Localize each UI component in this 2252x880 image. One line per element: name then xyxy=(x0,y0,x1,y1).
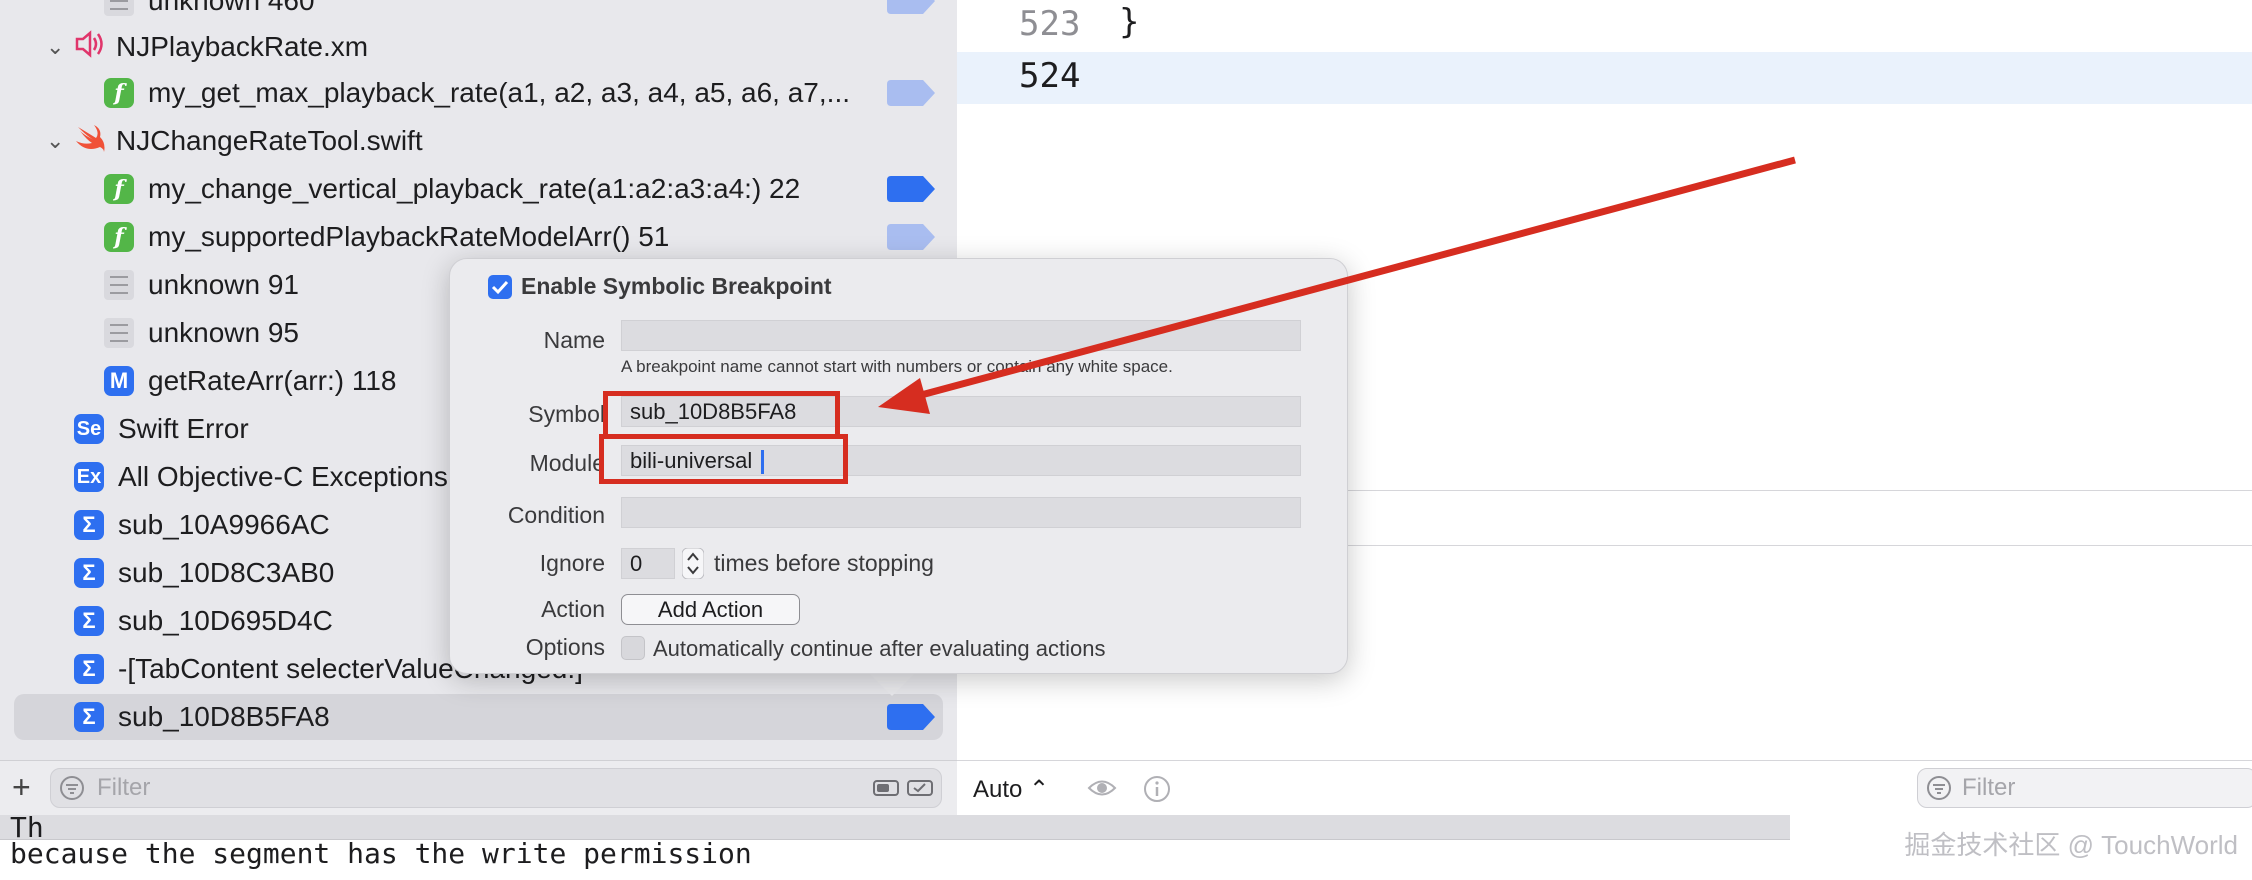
current-line-highlight xyxy=(957,52,2252,104)
breakpoint-inactive-icon[interactable] xyxy=(887,0,935,14)
checkmark-icon xyxy=(491,280,509,295)
function-icon: f xyxy=(104,222,134,252)
auto-continue-label: Automatically continue after evaluating … xyxy=(653,636,1106,661)
add-breakpoint-button[interactable]: + xyxy=(12,769,31,806)
symbolic-breakpoint-icon: Σ xyxy=(74,654,104,684)
row-label: Swift Error xyxy=(118,413,249,444)
symbol-label: Symbol xyxy=(528,401,605,427)
annotation-box-symbol xyxy=(603,391,840,439)
swift-file-icon xyxy=(74,123,106,160)
enable-breakpoint-checkbox[interactable] xyxy=(488,275,512,299)
swift-error-icon: Se xyxy=(74,414,104,444)
filter-placeholder: Filter xyxy=(1962,774,2016,801)
unknown-location-icon xyxy=(104,0,134,16)
unknown-location-icon xyxy=(104,318,134,348)
speaker-file-icon xyxy=(74,29,106,66)
row-label: sub_10A9966AC xyxy=(118,509,330,540)
row-label: my_supportedPlaybackRateModelArr() 51 xyxy=(148,221,670,252)
ignore-label: Ignore xyxy=(539,550,605,576)
navigator-filter-field[interactable]: Filter xyxy=(50,768,942,808)
file-group-row[interactable]: ⌄ NJChangeRateTool.swift xyxy=(0,118,957,164)
breakpoint-inactive-icon[interactable] xyxy=(887,80,935,106)
row-label: my_change_vertical_playback_rate(a1:a2:a… xyxy=(148,173,801,204)
condition-label: Condition xyxy=(507,502,605,528)
list-item[interactable]: f my_change_vertical_playback_rate(a1:a2… xyxy=(0,166,957,212)
name-hint: A breakpoint name cannot start with numb… xyxy=(621,357,1173,376)
line-number: 523 xyxy=(1019,4,1081,44)
file-name: NJChangeRateTool.swift xyxy=(116,125,423,156)
action-label: Action xyxy=(541,596,605,622)
name-field[interactable] xyxy=(621,320,1301,351)
unknown-location-icon xyxy=(104,270,134,300)
watermark: 掘金技术社区 @ TouchWorld xyxy=(1904,830,2238,860)
list-item-selected[interactable]: Σ sub_10D8B5FA8 xyxy=(14,694,943,740)
symbolic-breakpoint-icon: Σ xyxy=(74,558,104,588)
console-filter-field[interactable]: Filter xyxy=(1917,768,2252,808)
symbolic-breakpoint-icon: Σ xyxy=(74,606,104,636)
function-icon: f xyxy=(104,78,134,108)
options-label: Options xyxy=(525,634,605,660)
exception-icon: Ex xyxy=(74,462,104,492)
row-label: unknown 91 xyxy=(148,269,300,300)
breakpoint-active-icon[interactable] xyxy=(887,176,935,202)
annotation-box-module xyxy=(599,434,848,484)
chevron-down-icon[interactable]: ⌄ xyxy=(46,36,66,58)
row-label: sub_10D8C3AB0 xyxy=(118,557,335,588)
row-label: getRateArr(arr:) 118 xyxy=(148,365,397,396)
filter-icon xyxy=(60,776,84,800)
row-label: my_get_max_playback_rate(a1, a2, a3, a4,… xyxy=(148,77,850,108)
symbolic-breakpoint-icon: Σ xyxy=(74,702,104,732)
function-icon: f xyxy=(104,174,134,204)
debug-area-toolbar: Auto ⌃ Filter xyxy=(957,760,2252,816)
enabled-filter-icon[interactable] xyxy=(907,779,933,797)
row-label: unknown 460 xyxy=(148,0,315,16)
variables-scope-select[interactable]: Auto ⌃ xyxy=(973,775,1049,804)
ignore-suffix: times before stopping xyxy=(714,550,934,576)
info-icon[interactable] xyxy=(1143,775,1171,803)
row-label: sub_10D695D4C xyxy=(118,605,333,636)
auto-continue-checkbox[interactable] xyxy=(621,636,645,660)
list-item[interactable]: f my_supportedPlaybackRateModelArr() 51 xyxy=(0,214,957,260)
breakpoint-filter-icon[interactable] xyxy=(873,779,899,797)
ignore-count-stepper[interactable] xyxy=(681,547,705,580)
filter-placeholder: Filter xyxy=(97,774,151,801)
symbolic-breakpoint-popover: Enable Symbolic Breakpoint Name A breakp… xyxy=(449,258,1348,674)
line-number: 524 xyxy=(1019,56,1081,96)
row-label: sub_10D8B5FA8 xyxy=(118,701,330,732)
enable-breakpoint-label: Enable Symbolic Breakpoint xyxy=(521,273,832,299)
row-label: All Objective-C Exceptions xyxy=(118,461,448,492)
breakpoint-active-icon[interactable] xyxy=(887,704,935,730)
symbolic-breakpoint-icon: Σ xyxy=(74,510,104,540)
chevron-down-icon[interactable]: ⌄ xyxy=(46,130,66,152)
file-name: NJPlaybackRate.xm xyxy=(116,31,369,62)
condition-field[interactable] xyxy=(621,497,1301,528)
module-label: Module xyxy=(529,450,605,476)
list-item[interactable]: f my_get_max_playback_rate(a1, a2, a3, a… xyxy=(0,70,957,116)
background-terminal: Th because the segment has the write per… xyxy=(0,815,2252,880)
code-text: } xyxy=(1119,2,1140,42)
filter-icon xyxy=(1927,776,1951,800)
eye-icon[interactable] xyxy=(1087,775,1117,801)
popover-tail xyxy=(868,672,916,696)
ignore-count-field[interactable]: 0 xyxy=(621,548,675,579)
name-label: Name xyxy=(543,327,605,353)
navigator-footer: + Filter xyxy=(0,760,957,815)
method-icon: M xyxy=(104,366,134,396)
add-action-button[interactable]: Add Action xyxy=(621,594,800,625)
breakpoint-inactive-icon[interactable] xyxy=(887,224,935,250)
file-group-row[interactable]: ⌄ NJPlaybackRate.xm xyxy=(0,24,957,70)
row-label: unknown 95 xyxy=(148,317,300,348)
list-item[interactable]: unknown 460 xyxy=(0,0,957,24)
terminal-output-line: because the segment has the write permis… xyxy=(10,837,752,870)
